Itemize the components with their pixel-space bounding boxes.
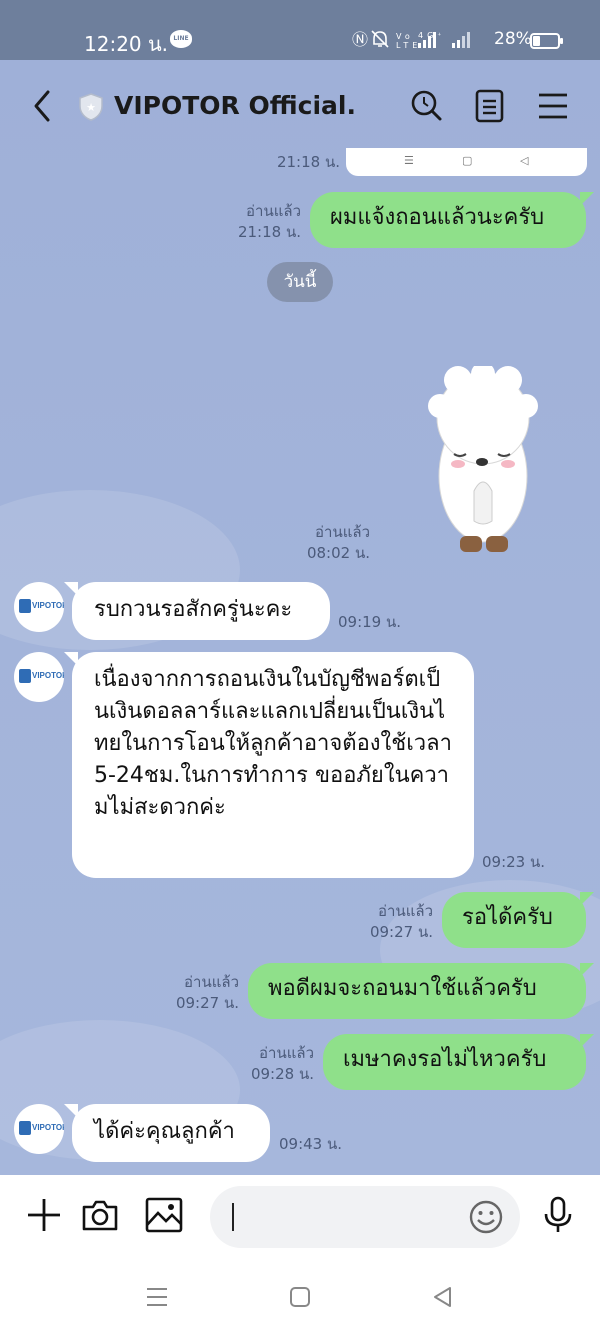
their-message-bubble[interactable]: เนื่องจากการถอนเงินในบัญชีพอร์ตเป็นเงินด… (64, 652, 474, 878)
my-message-bubble[interactable]: ผมแจ้งถอนแล้วนะครับ (310, 192, 594, 248)
message-text: รอได้ครับ (462, 905, 553, 930)
menu-glyph: ☰ (404, 154, 414, 167)
camera-icon[interactable] (80, 1195, 120, 1235)
notes-icon[interactable] (472, 88, 508, 124)
message-time: 09:28 น. (250, 1065, 314, 1083)
message-input[interactable] (210, 1186, 520, 1248)
avatar[interactable]: VIPOTOR (14, 582, 64, 632)
message-text: ได้ค่ะคุณลูกค้า (94, 1119, 235, 1144)
chat-area[interactable]: ★ VIPOTOR Official. 21:18 น. ☰ ▢ ◁ อ่านแ… (0, 60, 600, 1175)
message-meta: อ่านแล้ว 08:02 น. (300, 522, 370, 564)
read-status: อ่านแล้ว (315, 523, 370, 541)
their-message-bubble[interactable]: ได้ค่ะคุณลูกค้า (64, 1104, 270, 1162)
svg-text:Vo: Vo (396, 32, 414, 41)
search-icon[interactable] (408, 88, 444, 124)
message-text: พอดีผมจะถอนมาใช้แล้วครับ (268, 976, 537, 1001)
message-time: 21:18 น. (276, 153, 340, 171)
sheep-sticker[interactable] (418, 366, 548, 556)
official-shield-icon: ★ (79, 93, 103, 121)
chat-header: ★ VIPOTOR Official. (0, 60, 600, 150)
square-glyph: ▢ (462, 154, 473, 167)
image-message[interactable]: ☰ ▢ ◁ (346, 148, 587, 176)
back-arrow-icon[interactable] (26, 86, 62, 126)
back-icon[interactable] (430, 1284, 456, 1310)
signal-icons: Ⓝ Vo LTE 4G⁺ (352, 30, 470, 50)
home-icon[interactable] (287, 1284, 313, 1310)
message-time: 09:19 น. (338, 613, 402, 631)
message-meta: อ่านแล้ว 09:28 น. (240, 1043, 314, 1085)
status-icons: Ⓝ Vo LTE 4G⁺ (352, 28, 487, 50)
recents-icon[interactable] (144, 1284, 170, 1310)
chat-title: VIPOTOR Official. (114, 91, 356, 120)
line-notification-icon: LINE (170, 30, 192, 48)
read-status: อ่านแล้ว (378, 902, 433, 920)
my-message-bubble[interactable]: รอได้ครับ (442, 892, 594, 948)
my-message-bubble[interactable]: พอดีผมจะถอนมาใช้แล้วครับ (248, 963, 594, 1019)
message-text: เนื่องจากการถอนเงินในบัญชีพอร์ตเป็นเงินด… (94, 667, 452, 820)
message-time: 21:18 น. (237, 223, 301, 241)
message-meta: อ่านแล้ว 21:18 น. (230, 201, 301, 243)
message-meta: อ่านแล้ว 09:27 น. (360, 901, 433, 943)
message-text: ผมแจ้งถอนแล้วนะครับ (330, 205, 545, 230)
message-time: 09:23 น. (482, 853, 546, 871)
avatar[interactable]: VIPOTOR (14, 652, 64, 702)
message-input-bar (0, 1175, 600, 1260)
system-nav-bar (0, 1260, 600, 1333)
message-meta: อ่านแล้ว 09:27 น. (166, 972, 239, 1014)
message-time: 09:27 น. (175, 994, 239, 1012)
status-bar: 12:20 น. LINE Ⓝ Vo LTE 4G⁺ 28% (0, 0, 600, 60)
date-divider: วันนี้ (267, 262, 333, 302)
microphone-icon[interactable] (538, 1195, 578, 1235)
emoji-icon[interactable] (468, 1199, 504, 1235)
back-glyph: ◁ (520, 154, 529, 167)
menu-icon[interactable] (536, 88, 572, 124)
status-time: 12:20 น. (84, 32, 169, 56)
avatar[interactable]: VIPOTOR (14, 1104, 64, 1154)
avatar-logo-text: VIPOTOR (32, 1123, 64, 1132)
vipotor-logo-icon (19, 599, 31, 613)
message-time: 09:27 น. (369, 923, 433, 941)
read-status: อ่านแล้ว (246, 202, 301, 220)
read-status: อ่านแล้ว (259, 1044, 314, 1062)
plus-icon[interactable] (24, 1195, 64, 1235)
svg-text:Ⓝ: Ⓝ (352, 30, 372, 49)
avatar-logo-text: VIPOTOR (32, 671, 64, 680)
image-icon[interactable] (144, 1195, 184, 1235)
my-message-bubble[interactable]: เมษาคงรอไม่ไหวครับ (323, 1034, 594, 1090)
their-message-bubble[interactable]: รบกวนรอสักครู่นะคะ (64, 582, 330, 640)
message-text: รบกวนรอสักครู่นะคะ (94, 597, 293, 622)
vipotor-logo-icon (19, 669, 31, 683)
battery-percent: 28% (494, 29, 532, 49)
battery-icon (530, 33, 563, 49)
svg-text:LTE: LTE (396, 41, 421, 50)
svg-text:4G⁺: 4G⁺ (418, 31, 446, 40)
text-caret (232, 1203, 234, 1231)
message-time: 09:43 น. (279, 1135, 343, 1153)
message-text: เมษาคงรอไม่ไหวครับ (343, 1047, 547, 1072)
read-status: อ่านแล้ว (184, 973, 239, 991)
svg-text:★: ★ (86, 101, 96, 114)
vipotor-logo-icon (19, 1121, 31, 1135)
message-time: 08:02 น. (306, 544, 370, 562)
avatar-logo-text: VIPOTOR (32, 601, 64, 610)
